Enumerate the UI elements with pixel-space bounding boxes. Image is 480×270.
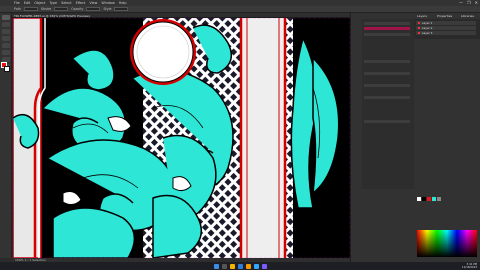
control-stroke-label: Stroke — [41, 7, 52, 11]
tab-libraries[interactable]: Libraries — [459, 13, 476, 18]
appearance-panel — [362, 19, 414, 189]
minimize-button[interactable]: — — [459, 0, 463, 5]
swatch[interactable] — [432, 197, 436, 201]
panel-row-highlight[interactable] — [364, 27, 410, 30]
tab-properties[interactable]: Properties — [435, 13, 454, 18]
close-button[interactable]: ✕ — [475, 0, 478, 5]
style-dropdown[interactable] — [114, 7, 129, 11]
layer-color-icon — [418, 27, 420, 29]
tab-layers[interactable]: Layers — [415, 13, 429, 18]
menu-window[interactable]: Window — [101, 1, 114, 5]
menu-select[interactable]: Select — [61, 1, 71, 5]
type-tool-icon[interactable] — [1, 36, 10, 41]
layer-row[interactable]: Layer 2 — [416, 26, 476, 30]
swatch[interactable] — [422, 197, 426, 201]
panel-row[interactable] — [364, 33, 410, 36]
start-icon[interactable] — [213, 263, 219, 269]
layer-name: Layer 1 — [422, 21, 433, 25]
layer-name: Layer 2 — [422, 26, 433, 30]
menu-effect[interactable]: Effect — [76, 1, 86, 5]
layer-row[interactable]: Layer 1 — [416, 21, 476, 25]
menu-type[interactable]: Type — [49, 1, 57, 5]
maximize-button[interactable]: ❐ — [467, 0, 471, 5]
layer-color-icon — [418, 32, 420, 34]
panel-row[interactable] — [364, 120, 410, 123]
control-style-label: Style — [103, 7, 112, 11]
line-tool-icon[interactable] — [1, 43, 10, 48]
rectangle-tool-icon[interactable] — [1, 50, 10, 55]
color-picker-spectrum[interactable] — [417, 230, 477, 257]
photoshop-icon[interactable] — [253, 263, 259, 269]
clock-date: 12/18/2023 — [462, 266, 477, 269]
file-explorer-icon[interactable] — [229, 263, 235, 269]
artboard-canvas[interactable] — [13, 18, 350, 258]
menu-help[interactable]: Help — [119, 1, 127, 5]
selection-tool-icon[interactable] — [1, 15, 10, 20]
taskbar — [0, 262, 480, 270]
document-tab-label: TRI-FLOWER-4883.ai @ 150% (CMYK/GPU Prev… — [14, 13, 90, 18]
control-path-label: Path — [14, 7, 22, 11]
panel-row[interactable] — [364, 84, 410, 87]
search-icon[interactable] — [221, 263, 227, 269]
stroke-color-swatch[interactable] — [4, 66, 10, 72]
layer-row[interactable]: Layer 3 — [416, 31, 476, 35]
control-opacity-label: Opacity — [71, 7, 84, 11]
layer-color-icon — [418, 22, 420, 24]
swatch[interactable] — [417, 197, 421, 201]
stroke-weight-field[interactable] — [54, 7, 69, 11]
swatches-row — [417, 197, 441, 201]
menu-edit[interactable]: Edit — [24, 1, 31, 5]
panel-row[interactable] — [364, 60, 410, 63]
swatch[interactable] — [437, 197, 441, 201]
panel-row[interactable] — [364, 72, 410, 75]
fill-dropdown[interactable] — [24, 7, 39, 11]
opacity-field[interactable] — [86, 7, 101, 11]
browser-icon[interactable] — [237, 263, 243, 269]
panel-row[interactable] — [364, 22, 410, 25]
panel-row[interactable] — [364, 96, 410, 99]
pen-tool-icon[interactable] — [1, 29, 10, 34]
layer-name: Layer 3 — [422, 31, 433, 35]
menu-view[interactable]: View — [89, 1, 97, 5]
direct-selection-tool-icon[interactable] — [1, 22, 10, 27]
app-icon[interactable] — [261, 263, 267, 269]
illustrator-icon[interactable] — [245, 263, 251, 269]
swatch[interactable] — [427, 197, 431, 201]
window-controls: — ❐ ✕ — [459, 0, 478, 5]
menu-file[interactable]: File — [14, 1, 20, 5]
control-bar: Path Stroke Opacity Style — [0, 6, 480, 13]
system-tray-clock[interactable]: 3:41 PM 12/18/2023 — [462, 263, 477, 269]
scroll-artwork — [13, 18, 350, 258]
tools-panel — [0, 13, 12, 258]
menu-object[interactable]: Object — [34, 1, 45, 5]
